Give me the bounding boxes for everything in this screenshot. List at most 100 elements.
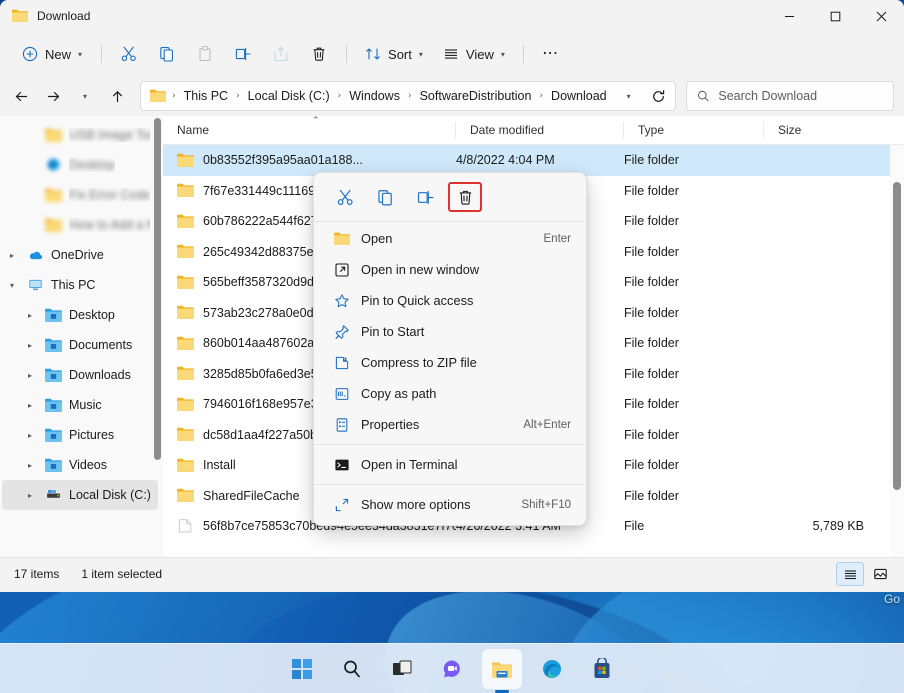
sidebar-item-label: Local Disk (C:) [69,488,150,502]
chevron-right-icon[interactable]: ▸ [22,491,38,500]
recent-locations-button[interactable]: ▾ [70,81,100,111]
search-box[interactable] [686,81,894,111]
chevron-right-icon[interactable]: ▸ [22,311,38,320]
context-menu-item-open-in-new-window[interactable]: Open in new window [317,254,583,285]
sidebar-item-usb-image-tool[interactable]: USB Image Tool [2,120,158,150]
context-copy-button[interactable] [368,182,402,212]
maximize-button[interactable] [812,0,858,32]
context-menu-item-open-in-terminal[interactable]: Open in Terminal [317,449,583,480]
breadcrumb-separator: › [171,91,177,101]
details-view-button[interactable] [836,562,864,586]
sidebar-item-pictures[interactable]: ▸Pictures [2,420,158,450]
context-menu-item-copy-as-path[interactable]: Copy as path [317,378,583,409]
breadcrumb-dropdown-button[interactable]: ▾ [614,81,644,111]
chevron-right-icon[interactable]: ▸ [4,251,20,260]
sidebar-item-documents[interactable]: ▸Documents [2,330,158,360]
context-menu-item-open[interactable]: OpenEnter [317,223,583,254]
breadcrumb-item-this-pc[interactable]: This PC [178,86,234,106]
taskbar-edge-button[interactable] [532,649,572,689]
taskbar-start-button[interactable] [282,649,322,689]
taskbar-store-button[interactable] [582,649,622,689]
properties-icon [331,417,353,433]
breadcrumb[interactable]: › This PC › Local Disk (C:) › Windows › … [140,81,676,111]
taskbar-search-button[interactable] [332,649,372,689]
context-menu-item-show-more-options[interactable]: Show more optionsShift+F10 [317,489,583,520]
minimize-button[interactable] [766,0,812,32]
sidebar-item-fix-error-code-0[interactable]: Fix Error Code 0 [2,180,158,210]
sidebar-item-desktop[interactable]: Desktop [2,150,158,180]
column-header-name[interactable]: Name [163,116,456,145]
see-more-button[interactable]: ⋯ [533,38,569,70]
view-button-label: View [466,47,494,62]
chevron-down-icon: ▾ [83,92,87,101]
sidebar-item-music[interactable]: ▸Music [2,390,158,420]
breadcrumb-item-softwaredistribution[interactable]: SoftwareDistribution [414,86,538,106]
up-button[interactable] [102,81,132,111]
folder-blue-icon [45,428,62,443]
share-button[interactable] [263,38,299,70]
more-options-icon [331,497,353,513]
trash-icon [456,188,475,207]
sidebar-item-desktop[interactable]: ▸Desktop [2,300,158,330]
folder-icon [45,188,62,203]
context-rename-button[interactable] [408,182,442,212]
column-header-size[interactable]: Size [764,116,884,145]
file-list-scrollbar-thumb[interactable] [893,182,901,490]
context-menu-divider [314,484,586,485]
copy-button[interactable] [149,38,185,70]
sidebar-item-how-to-add-a-p[interactable]: How to Add a P [2,210,158,240]
folder-icon [45,218,62,233]
sort-button[interactable]: Sort ▾ [356,38,432,70]
context-menu-item-shortcut: Alt+Enter [523,419,571,431]
search-input[interactable] [718,89,883,103]
chevron-right-icon[interactable]: ▸ [22,401,38,410]
breadcrumb-item-windows[interactable]: Windows [343,86,406,106]
close-button[interactable] [858,0,904,32]
chevron-right-icon[interactable]: ▸ [22,431,38,440]
context-delete-button[interactable] [448,182,482,212]
chevron-right-icon[interactable]: ▸ [22,371,38,380]
new-button[interactable]: New ▾ [14,38,92,70]
breadcrumb-item-download[interactable]: Download [545,86,613,106]
taskbar-task-view-button[interactable] [382,649,422,689]
chevron-down-icon: ▾ [627,92,631,101]
file-list-scrollbar-track[interactable] [890,145,904,557]
navigation-scrollbar[interactable] [154,118,161,460]
share-icon [272,45,290,63]
context-menu-item-pin-to-quick-access[interactable]: Pin to Quick access [317,285,583,316]
rename-button[interactable] [225,38,261,70]
toolbar-divider [101,45,102,63]
delete-button[interactable] [301,38,337,70]
forward-button[interactable] [38,81,68,111]
taskbar-chat-button[interactable] [432,649,472,689]
sidebar-item-onedrive[interactable]: ▸OneDrive [2,240,158,270]
context-menu-item-label: Pin to Start [361,324,424,339]
sidebar-item-downloads[interactable]: ▸ Downloads [2,360,158,390]
sidebar-item-this-pc[interactable]: ▾This PC [2,270,158,300]
refresh-button[interactable] [644,81,674,111]
chevron-right-icon[interactable]: ▸ [22,461,38,470]
sidebar-item-local-disk-c[interactable]: ▸ Local Disk (C:) [2,480,158,510]
breadcrumb-item-local-disk[interactable]: Local Disk (C:) [242,86,336,106]
sidebar-item-label: How to Add a P [69,218,150,232]
context-menu-item-pin-to-start[interactable]: Pin to Start [317,316,583,347]
paste-icon [196,45,214,63]
sidebar-item-videos[interactable]: ▸Videos [2,450,158,480]
view-button[interactable]: View ▾ [434,38,514,70]
back-button[interactable] [6,81,36,111]
cut-button[interactable] [111,38,147,70]
taskbar-file-explorer-button[interactable] [482,649,522,689]
chevron-down-icon[interactable]: ▾ [4,281,20,290]
table-row[interactable]: 0b83552f395a95aa01a188...4/8/2022 4:04 P… [163,145,904,176]
context-menu-item-properties[interactable]: PropertiesAlt+Enter [317,409,583,440]
column-header-type[interactable]: Type [624,116,764,145]
paste-button[interactable] [187,38,223,70]
sidebar-item-label: Downloads [69,368,131,382]
large-icons-view-button[interactable] [866,562,894,586]
column-header-date-modified[interactable]: Date modified [456,116,624,145]
chevron-right-icon[interactable]: ▸ [22,341,38,350]
context-cut-button[interactable] [328,182,362,212]
context-menu-item-compress-to-zip-file[interactable]: Compress to ZIP file [317,347,583,378]
window-controls [766,0,904,32]
folder-icon [177,488,194,503]
